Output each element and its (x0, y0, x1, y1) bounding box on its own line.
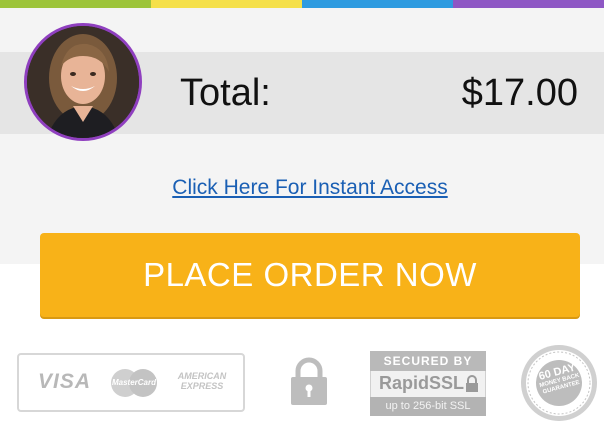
lock-icon (291, 357, 327, 405)
stripe-purple (453, 0, 604, 8)
amex-line2: EXPRESS (180, 381, 224, 391)
avatar (24, 23, 142, 141)
total-amount: $17.00 (461, 72, 578, 114)
place-order-button[interactable]: PLACE ORDER NOW (40, 233, 580, 317)
ssl-encryption: up to 256-bit SSL (370, 397, 486, 416)
amex-line1: AMERICAN (177, 371, 227, 381)
guarantee-seal: 60 DAY MONEY BACK GUARANTEE (520, 344, 598, 422)
place-order-label: PLACE ORDER NOW (143, 256, 477, 293)
stripe-green (0, 0, 151, 8)
color-stripe (0, 0, 604, 8)
visa-logo: VISA (38, 370, 92, 393)
amex-logo: AMERICAN EXPRESS (174, 371, 230, 391)
ssl-brand: RapidSSL (379, 373, 465, 393)
mastercard-logo: MasterCard (111, 369, 157, 397)
rapidssl-badge: SECURED BY RapidSSL up to 256-bit SSL (370, 351, 486, 416)
ssl-secured-by: SECURED BY (370, 351, 486, 371)
payment-cards-badge: VISA MasterCard AMERICAN EXPRESS (17, 353, 245, 412)
avatar-portrait (27, 26, 139, 138)
ssl-brand-row: RapidSSL (370, 371, 486, 397)
instant-access-link[interactable]: Click Here For Instant Access (0, 176, 604, 200)
total-label: Total: (180, 72, 271, 114)
stripe-yellow (151, 0, 302, 8)
stripe-blue (302, 0, 453, 8)
rapidssl-lock-icon (466, 375, 478, 392)
mastercard-text: MasterCard (111, 378, 156, 387)
